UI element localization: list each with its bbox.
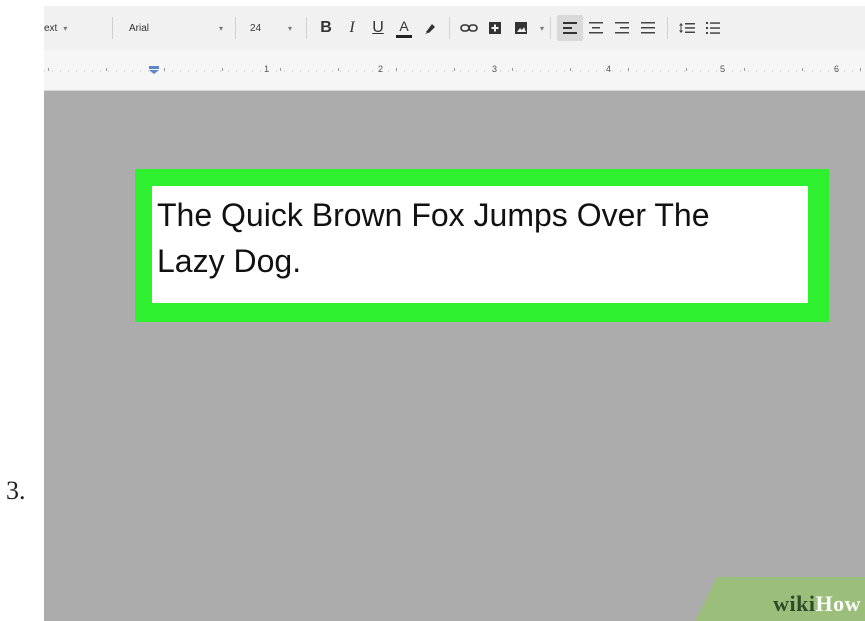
justify-button[interactable]	[635, 15, 661, 41]
ruler-number: 5	[720, 64, 726, 74]
text-color-letter: A	[399, 18, 409, 34]
align-center-button[interactable]	[583, 15, 609, 41]
wikihow-watermark: wikiHow	[695, 577, 865, 621]
numbered-list-icon	[706, 22, 721, 34]
font-size-value: 24	[250, 22, 262, 34]
toolbar-divider	[667, 17, 669, 39]
ruler-number: 2	[378, 64, 384, 74]
document-text-box[interactable]: The Quick Brown Fox Jumps Over The Lazy …	[152, 186, 808, 303]
chevron-down-icon: ▾	[287, 23, 292, 33]
align-right-icon	[615, 22, 630, 34]
align-center-icon	[589, 22, 604, 34]
document-line: The Quick Brown Fox Jumps Over The	[157, 197, 710, 233]
bold-button[interactable]: B	[313, 15, 339, 41]
chevron-down-icon[interactable]: ▾	[540, 24, 544, 33]
ruler-number: 4	[606, 64, 612, 74]
align-left-icon	[563, 22, 578, 34]
formatting-toolbar: ext ▾ Arial ▾ 24 ▾ B I U A ▾	[44, 6, 865, 50]
justify-icon	[641, 22, 656, 34]
ruler-number: 1	[264, 64, 270, 74]
image-icon	[515, 22, 527, 34]
watermark-logo-text: wikiHow	[773, 591, 861, 617]
text-color-swatch	[396, 35, 412, 38]
numbered-list-button[interactable]	[700, 15, 726, 41]
ruler-number: 6	[834, 64, 840, 74]
highlight-color-button[interactable]	[417, 15, 443, 41]
toolbar-divider	[550, 17, 552, 39]
docs-screenshot: ext ▾ Arial ▾ 24 ▾ B I U A ▾ 1 2 3 4 5 6…	[44, 6, 865, 621]
align-left-button[interactable]	[557, 15, 584, 41]
toolbar-divider	[235, 17, 236, 39]
underline-button[interactable]: U	[365, 15, 391, 41]
line-spacing-icon	[679, 23, 696, 33]
align-right-button[interactable]	[609, 15, 635, 41]
chevron-down-icon: ▾	[218, 23, 223, 33]
watermark-wiki: wiki	[773, 591, 816, 616]
add-comment-icon	[489, 22, 501, 34]
ruler-ticks	[44, 68, 865, 72]
indent-marker-icon[interactable]	[149, 66, 159, 74]
ruler[interactable]: 1 2 3 4 5 6	[44, 50, 865, 91]
toolbar-divider	[449, 17, 450, 39]
insert-link-button[interactable]	[456, 15, 482, 41]
insert-comment-button[interactable]	[482, 15, 508, 41]
font-name: Arial	[129, 22, 150, 34]
text-color-button[interactable]: A	[391, 15, 417, 41]
toolbar-divider	[306, 17, 307, 39]
link-icon	[460, 24, 478, 32]
watermark-how: How	[815, 591, 861, 616]
italic-button[interactable]: I	[339, 15, 365, 41]
toolbar-divider	[112, 17, 113, 39]
font-dropdown[interactable]: Arial ▾	[119, 15, 229, 41]
styles-dropdown[interactable]: ext ▾	[44, 15, 106, 41]
chevron-down-icon: ▾	[63, 23, 68, 33]
document-line: Lazy Dog.	[157, 243, 302, 279]
ruler-number: 3	[492, 64, 498, 74]
line-spacing-button[interactable]	[674, 15, 700, 41]
step-number: 3.	[6, 476, 26, 505]
highlighter-icon	[425, 24, 435, 34]
styles-label: ext	[44, 22, 58, 34]
font-size-dropdown[interactable]: 24 ▾	[242, 15, 300, 41]
insert-image-button[interactable]	[508, 15, 534, 41]
